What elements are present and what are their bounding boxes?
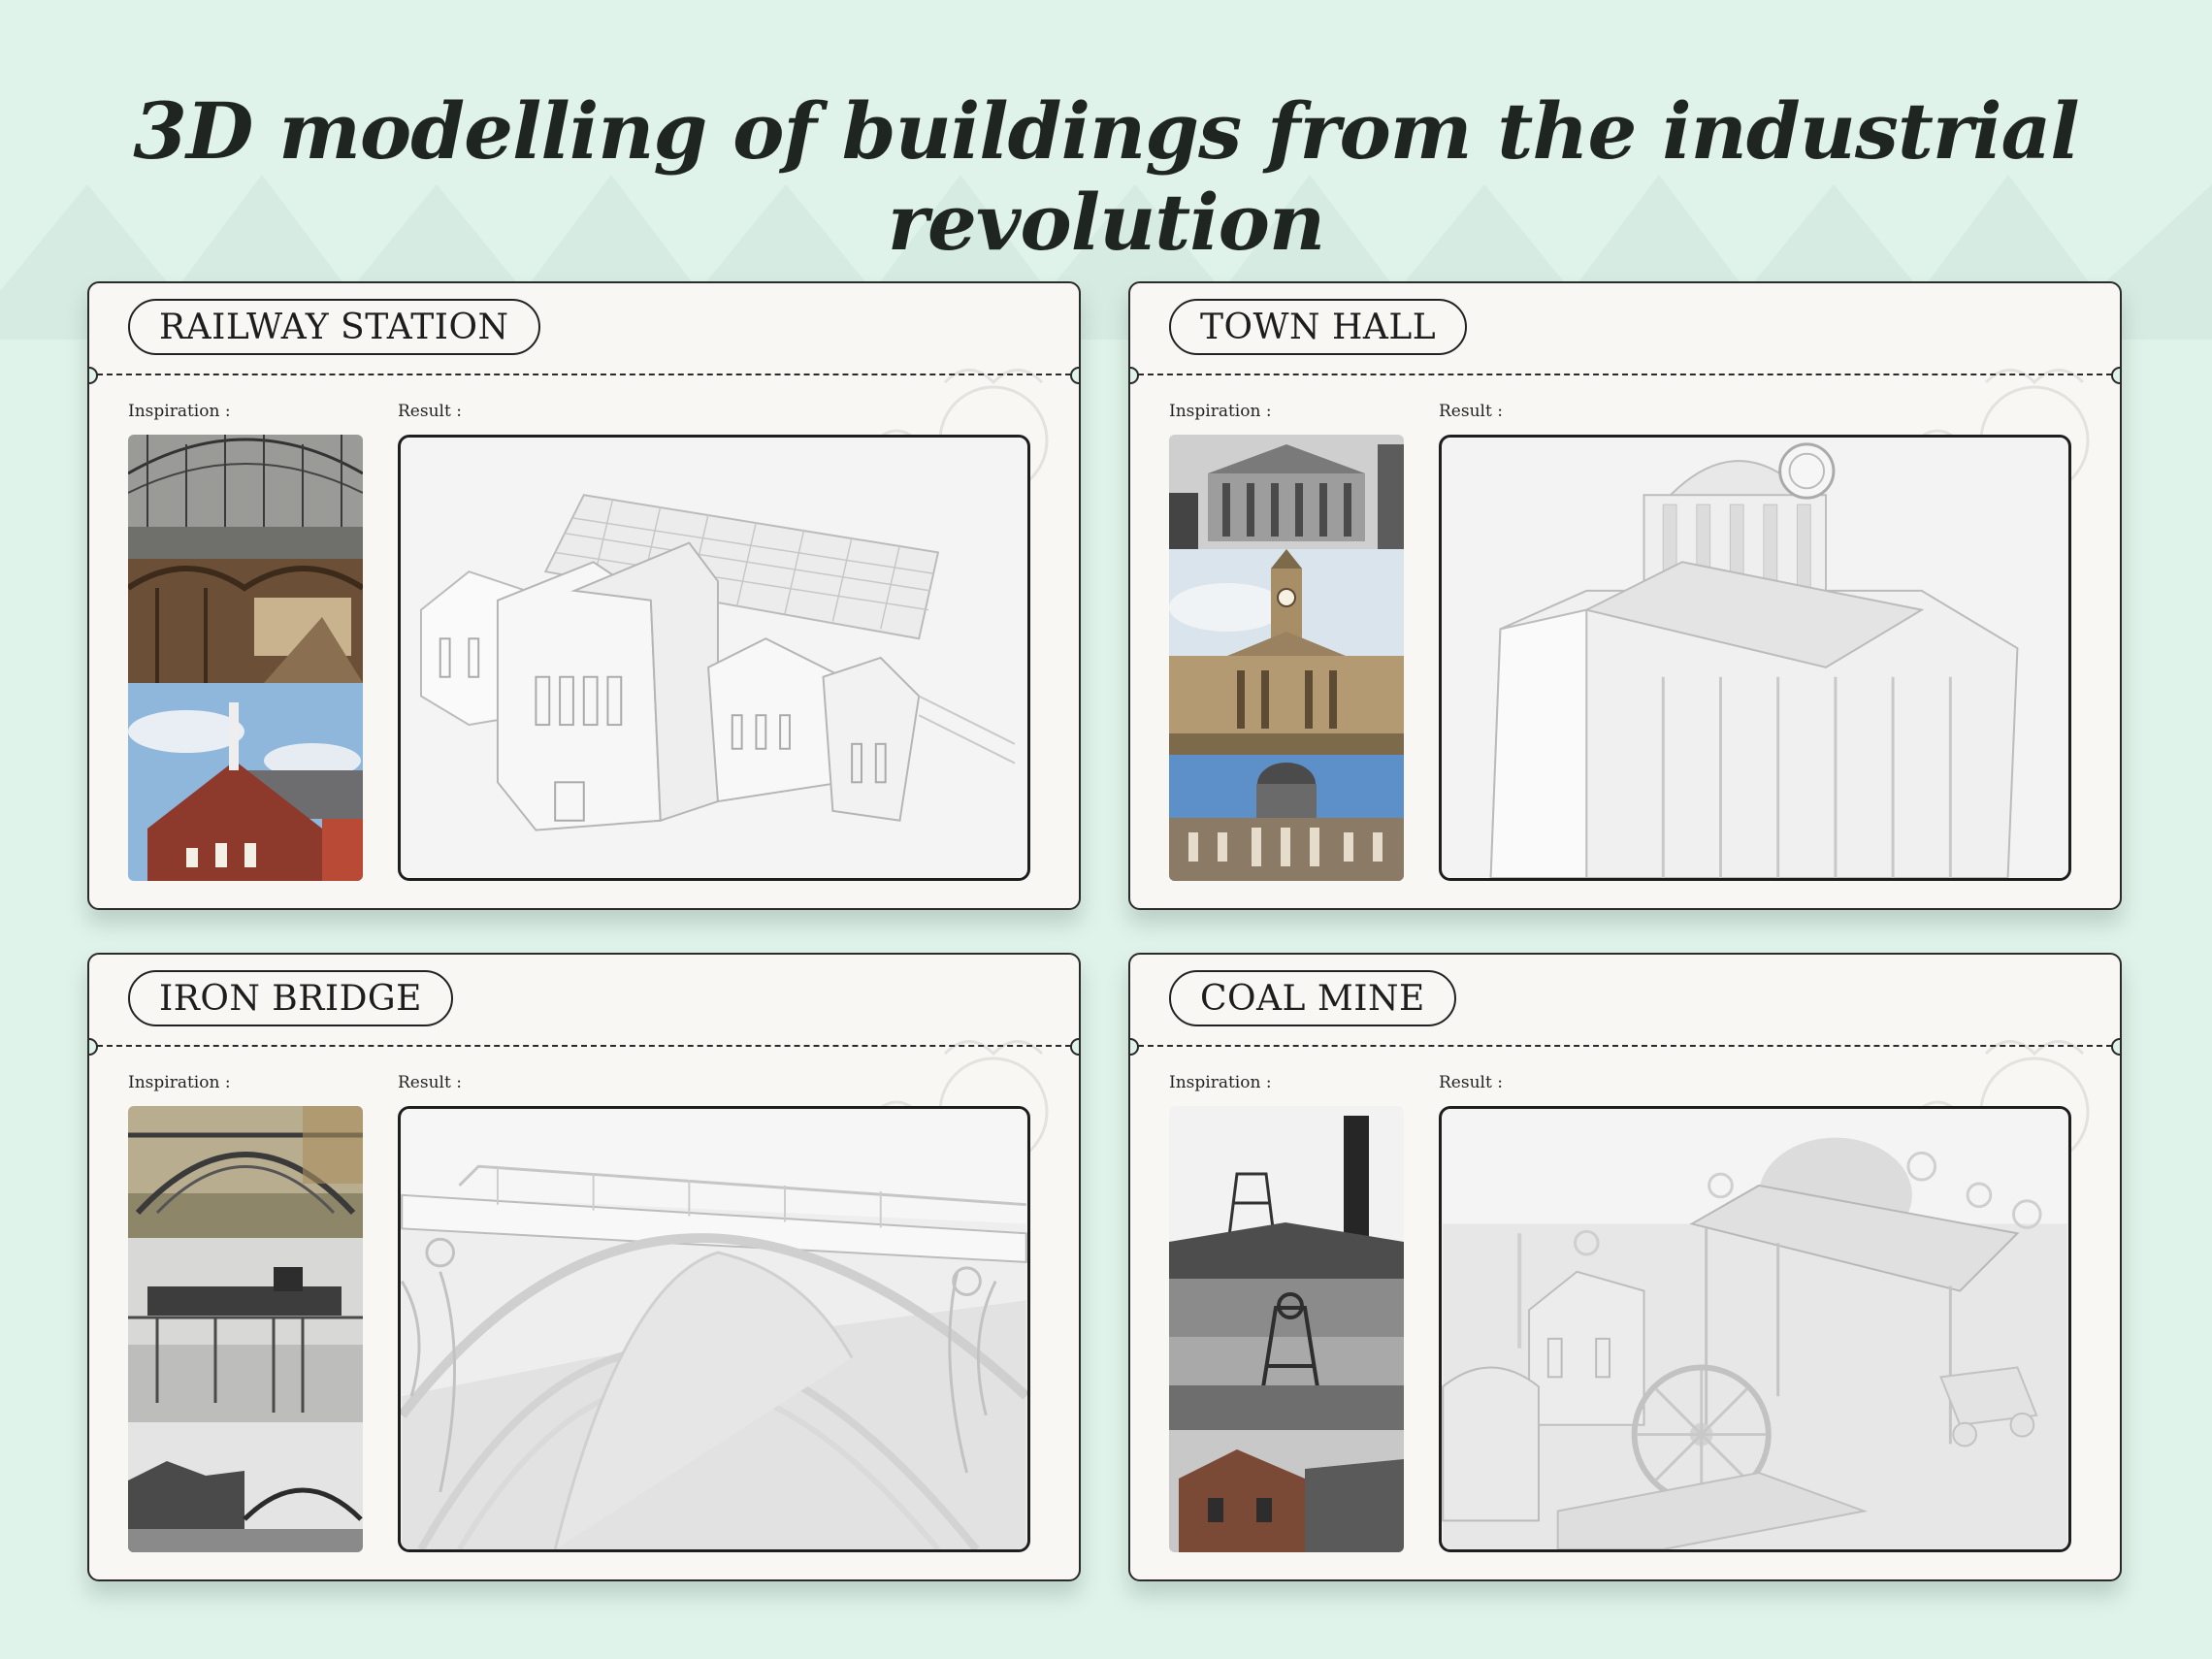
card-notch (2111, 1038, 2120, 1056)
card-notch (1070, 1038, 1079, 1056)
inspiration-photo-brick-engine-house (1169, 1430, 1404, 1552)
card-notch (2111, 367, 2120, 384)
result-render-town-hall (1439, 435, 2071, 881)
inspiration-photo-station-platform (128, 559, 363, 683)
result-label: Result : (1439, 402, 1503, 421)
inspiration-photo-train-viaduct (128, 1238, 363, 1422)
inspiration-photo-station-interior (128, 435, 363, 559)
result-label: Result : (398, 1073, 462, 1092)
inspiration-label: Inspiration : (1169, 402, 1272, 421)
card-railway-station: RAILWAY STATION Inspiration : Result : (87, 281, 1081, 910)
inspiration-photos (1169, 435, 1404, 881)
inspiration-photo-townhall-dome (1169, 755, 1404, 881)
card-title-badge: TOWN HALL (1169, 299, 1468, 355)
card-title-badge: RAILWAY STATION (128, 299, 540, 355)
card-town-hall: TOWN HALL Inspiration : Result : (1128, 281, 2122, 910)
result-render-iron-bridge (398, 1106, 1030, 1552)
result-label: Result : (398, 402, 462, 421)
result-render-coal-mine (1439, 1106, 2071, 1552)
card-title-badge: IRON BRIDGE (128, 970, 453, 1026)
result-label: Result : (1439, 1073, 1503, 1092)
card-notch (1130, 367, 1139, 384)
inspiration-photo-brick-station (128, 683, 363, 881)
inspiration-photo-mine-chimney (1169, 1106, 1404, 1279)
card-notch (1070, 367, 1079, 384)
inspiration-label: Inspiration : (128, 402, 231, 421)
card-iron-bridge: IRON BRIDGE Inspiration : Result : (87, 953, 1081, 1581)
page-title: 3D modelling of buildings from the indus… (133, 85, 2079, 268)
card-title-badge: COAL MINE (1169, 970, 1456, 1026)
card-notch (89, 367, 98, 384)
inspiration-photos (128, 1106, 363, 1552)
inspiration-photos (128, 435, 363, 881)
result-render-railway-station (398, 435, 1030, 881)
inspiration-label: Inspiration : (128, 1073, 231, 1092)
inspiration-photo-village-bridge (128, 1422, 363, 1552)
inspiration-label: Inspiration : (1169, 1073, 1272, 1092)
inspiration-photo-iron-bridge (128, 1106, 363, 1238)
inspiration-photos (1169, 1106, 1404, 1552)
inspiration-photo-townhall-clocktower (1169, 549, 1404, 755)
inspiration-photo-headframe (1169, 1279, 1404, 1430)
card-notch (89, 1038, 98, 1056)
card-coal-mine: COAL MINE Inspiration : Result : (1128, 953, 2122, 1581)
inspiration-photo-townhall-classical (1169, 435, 1404, 549)
card-notch (1130, 1038, 1139, 1056)
